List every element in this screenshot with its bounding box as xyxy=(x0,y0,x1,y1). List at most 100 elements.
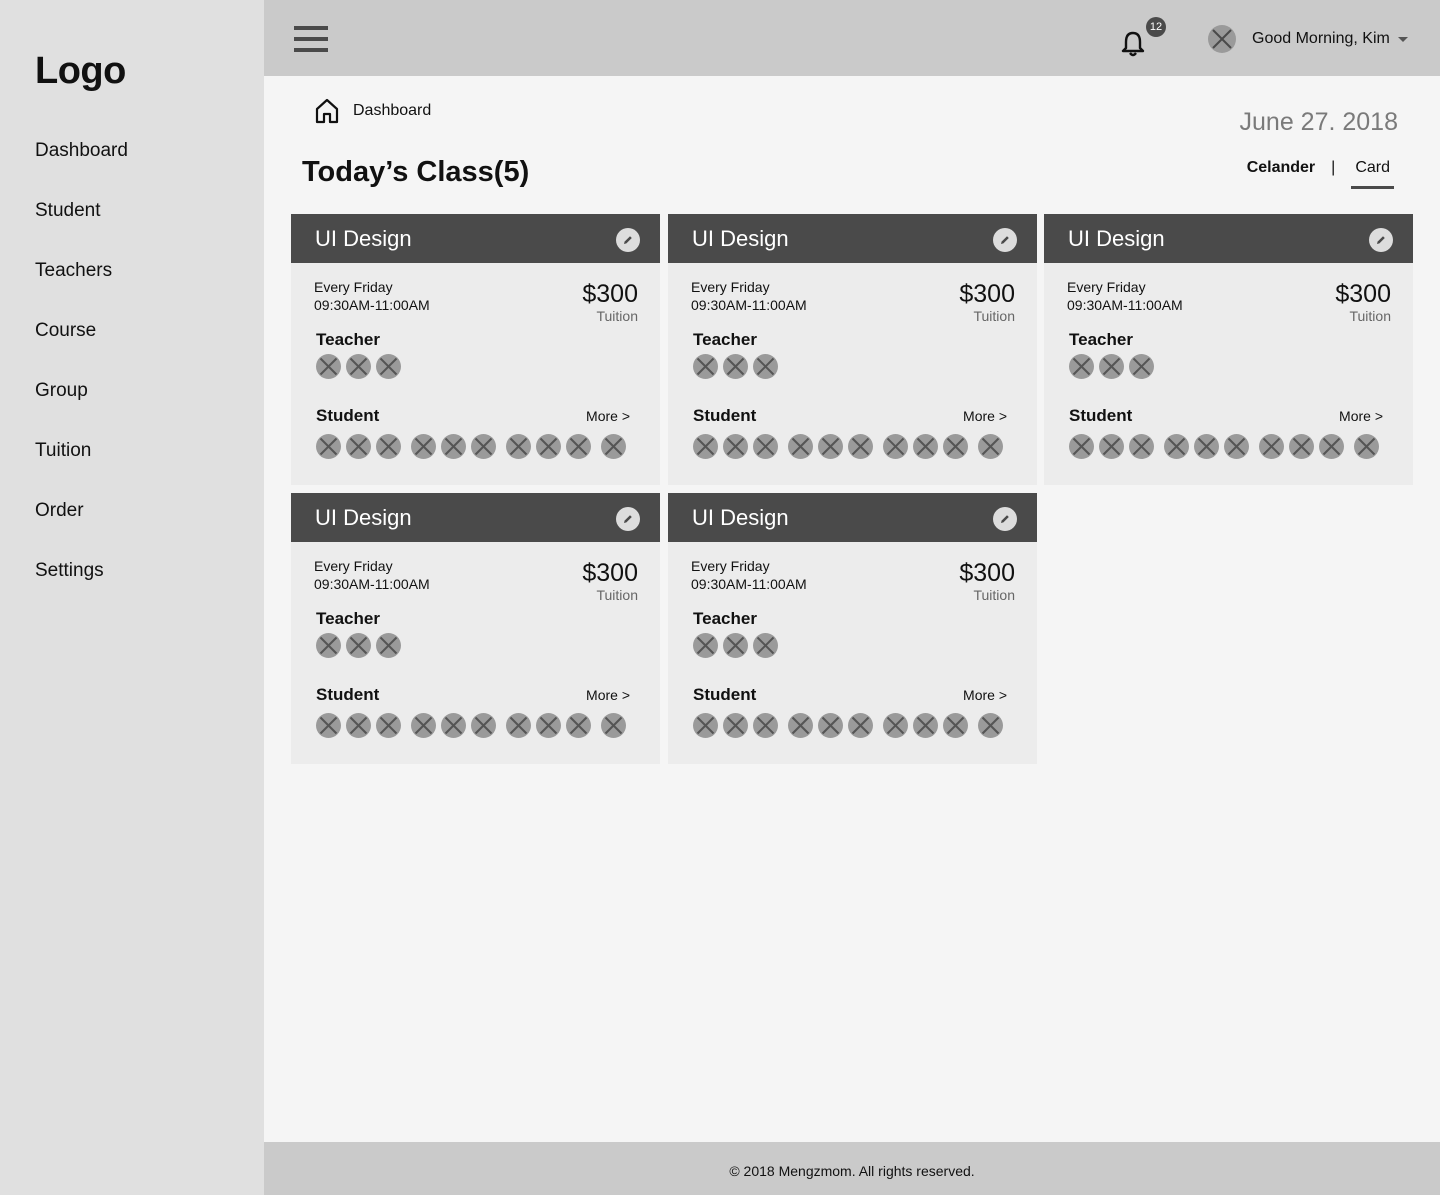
student-avatar[interactable] xyxy=(441,713,466,738)
sidebar-item-settings[interactable]: Settings xyxy=(35,560,128,620)
student-avatar[interactable] xyxy=(1129,434,1154,459)
bell-icon[interactable] xyxy=(1120,30,1146,58)
class-card[interactable]: UI Design Every Friday 09:30AM-11:00AM $300… xyxy=(291,214,660,485)
teacher-avatar[interactable] xyxy=(753,633,778,658)
student-avatar[interactable] xyxy=(723,434,748,459)
user-menu[interactable]: Good Morning, Kim xyxy=(1208,24,1408,54)
student-avatar[interactable] xyxy=(411,713,436,738)
student-avatar[interactable] xyxy=(506,713,531,738)
student-avatar[interactable] xyxy=(978,713,1003,738)
sidebar-item-student[interactable]: Student xyxy=(35,200,128,260)
student-avatar[interactable] xyxy=(316,434,341,459)
breadcrumb[interactable]: Dashboard xyxy=(315,98,431,124)
student-avatar[interactable] xyxy=(346,434,371,459)
student-avatar[interactable] xyxy=(943,713,968,738)
teacher-avatar[interactable] xyxy=(376,354,401,379)
student-avatar[interactable] xyxy=(1099,434,1124,459)
edit-icon[interactable] xyxy=(993,228,1017,252)
more-link[interactable]: More > xyxy=(963,687,1007,703)
student-avatar[interactable] xyxy=(913,434,938,459)
home-icon xyxy=(315,98,339,124)
edit-icon[interactable] xyxy=(616,507,640,531)
class-card[interactable]: UI Design Every Friday 09:30AM-11:00AM $300… xyxy=(668,493,1037,764)
teacher-avatar[interactable] xyxy=(376,633,401,658)
student-avatar[interactable] xyxy=(566,713,591,738)
student-avatar[interactable] xyxy=(316,713,341,738)
teacher-avatar[interactable] xyxy=(723,633,748,658)
teacher-avatar[interactable] xyxy=(693,633,718,658)
edit-icon[interactable] xyxy=(1369,228,1393,252)
student-avatar[interactable] xyxy=(411,434,436,459)
student-avatar[interactable] xyxy=(471,434,496,459)
more-link[interactable]: More > xyxy=(586,687,630,703)
student-avatar[interactable] xyxy=(943,434,968,459)
student-label: Student xyxy=(316,685,380,704)
sidebar-item-group[interactable]: Group xyxy=(35,380,128,440)
teacher-avatar[interactable] xyxy=(316,354,341,379)
student-avatar[interactable] xyxy=(566,434,591,459)
sidebar-item-teachers[interactable]: Teachers xyxy=(35,260,128,320)
class-card[interactable]: UI Design Every Friday 09:30AM-11:00AM $300… xyxy=(1044,214,1413,485)
student-avatar[interactable] xyxy=(536,434,561,459)
student-avatar[interactable] xyxy=(693,713,718,738)
sidebar-item-course[interactable]: Course xyxy=(35,320,128,380)
teacher-avatar[interactable] xyxy=(316,633,341,658)
student-avatar[interactable] xyxy=(1069,434,1094,459)
teacher-avatar[interactable] xyxy=(1069,354,1094,379)
view-card-option[interactable]: Card xyxy=(1351,159,1394,189)
top-bar: 12 Good Morning, Kim xyxy=(264,0,1440,76)
sidebar-item-order[interactable]: Order xyxy=(35,500,128,560)
student-avatar[interactable] xyxy=(818,434,843,459)
student-avatar[interactable] xyxy=(506,434,531,459)
class-card[interactable]: UI Design Every Friday 09:30AM-11:00AM $300… xyxy=(668,214,1037,485)
more-link[interactable]: More > xyxy=(586,408,630,424)
student-avatar[interactable] xyxy=(693,434,718,459)
teacher-avatar[interactable] xyxy=(1129,354,1154,379)
more-link[interactable]: More > xyxy=(963,408,1007,424)
student-avatar[interactable] xyxy=(471,713,496,738)
sidebar-item-dashboard[interactable]: Dashboard xyxy=(35,140,128,200)
student-avatar[interactable] xyxy=(883,713,908,738)
student-avatar[interactable] xyxy=(536,713,561,738)
teacher-avatar[interactable] xyxy=(693,354,718,379)
student-avatar[interactable] xyxy=(1354,434,1379,459)
teacher-avatar[interactable] xyxy=(346,354,371,379)
student-avatar[interactable] xyxy=(601,713,626,738)
student-avatar[interactable] xyxy=(753,713,778,738)
student-avatar[interactable] xyxy=(376,713,401,738)
more-link[interactable]: More > xyxy=(1339,408,1383,424)
logo[interactable]: Logo xyxy=(35,50,126,93)
student-avatar[interactable] xyxy=(1194,434,1219,459)
student-avatar[interactable] xyxy=(1319,434,1344,459)
teacher-avatars xyxy=(693,633,783,658)
student-avatar[interactable] xyxy=(601,434,626,459)
class-price: $300 Tuition xyxy=(582,280,638,324)
teacher-avatar[interactable] xyxy=(1099,354,1124,379)
edit-icon[interactable] xyxy=(993,507,1017,531)
student-avatar[interactable] xyxy=(848,434,873,459)
student-avatar[interactable] xyxy=(978,434,1003,459)
student-avatar[interactable] xyxy=(1224,434,1249,459)
student-avatar[interactable] xyxy=(723,713,748,738)
student-avatar[interactable] xyxy=(376,434,401,459)
student-avatar[interactable] xyxy=(1259,434,1284,459)
teacher-avatar[interactable] xyxy=(753,354,778,379)
student-avatar[interactable] xyxy=(788,713,813,738)
teacher-avatar[interactable] xyxy=(723,354,748,379)
student-avatar[interactable] xyxy=(848,713,873,738)
student-avatar[interactable] xyxy=(913,713,938,738)
teacher-avatar[interactable] xyxy=(346,633,371,658)
student-avatar[interactable] xyxy=(883,434,908,459)
view-calendar-option[interactable]: Celander xyxy=(1247,159,1315,177)
student-avatar[interactable] xyxy=(441,434,466,459)
student-avatar[interactable] xyxy=(753,434,778,459)
sidebar-item-tuition[interactable]: Tuition xyxy=(35,440,128,500)
student-avatar[interactable] xyxy=(346,713,371,738)
class-card[interactable]: UI Design Every Friday 09:30AM-11:00AM $300… xyxy=(291,493,660,764)
edit-icon[interactable] xyxy=(616,228,640,252)
student-avatar[interactable] xyxy=(818,713,843,738)
student-avatar[interactable] xyxy=(1164,434,1189,459)
student-avatar[interactable] xyxy=(1289,434,1314,459)
student-avatar[interactable] xyxy=(788,434,813,459)
menu-icon[interactable] xyxy=(294,26,328,52)
